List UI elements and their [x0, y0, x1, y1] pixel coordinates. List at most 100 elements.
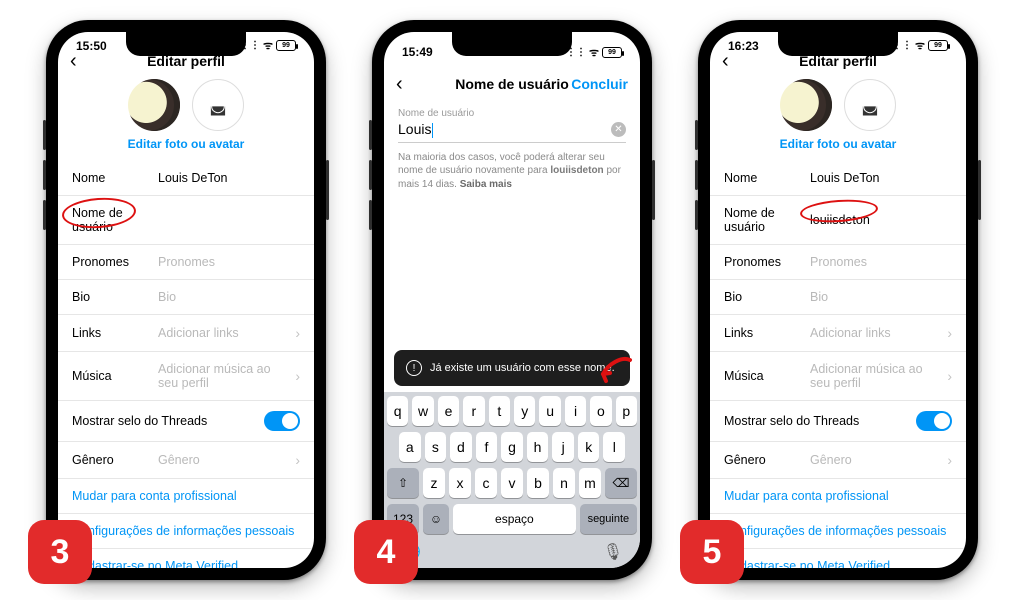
- key-r[interactable]: r: [463, 396, 484, 426]
- back-button[interactable]: ‹: [70, 50, 77, 73]
- row-links[interactable]: Links Adicionar links ›: [58, 315, 314, 352]
- back-button[interactable]: ‹: [722, 50, 729, 73]
- row-links[interactable]: Links Adicionar links ›: [710, 315, 966, 352]
- row-gender[interactable]: Gênero Gênero ›: [710, 442, 966, 479]
- link-meta-verified[interactable]: Cadastrar-se no Meta Verified: [58, 549, 314, 568]
- link-meta-verified[interactable]: Cadastrar-se no Meta Verified: [710, 549, 966, 568]
- avatar-image[interactable]: [128, 79, 180, 131]
- battery-icon: 99: [928, 40, 948, 51]
- key-s[interactable]: s: [425, 432, 447, 462]
- back-button[interactable]: ‹: [396, 73, 403, 96]
- username-hint: Na maioria dos casos, você poderá altera…: [384, 143, 640, 192]
- link-personal-info[interactable]: Configurações de informações pessoais: [710, 514, 966, 549]
- key-z[interactable]: z: [423, 468, 445, 498]
- error-toast: ! Já existe um usuário com esse nome.: [394, 350, 630, 386]
- backspace-key[interactable]: ⌫: [605, 468, 637, 498]
- key-h[interactable]: h: [527, 432, 549, 462]
- key-c[interactable]: c: [475, 468, 497, 498]
- avatar-style-button[interactable]: ◛: [844, 79, 896, 131]
- row-music[interactable]: Música Adicionar música ao seu perfil ›: [710, 352, 966, 401]
- row-gender[interactable]: Gênero Gênero ›: [58, 442, 314, 479]
- row-name[interactable]: Nome Louis DeTon: [58, 161, 314, 196]
- gender-label: Gênero: [72, 453, 150, 467]
- gender-label: Gênero: [724, 453, 802, 467]
- threads-toggle[interactable]: [916, 411, 952, 431]
- space-key[interactable]: espaço: [453, 504, 576, 534]
- avatar-style-button[interactable]: ◛: [192, 79, 244, 131]
- key-w[interactable]: w: [412, 396, 433, 426]
- key-u[interactable]: u: [539, 396, 560, 426]
- key-j[interactable]: j: [552, 432, 574, 462]
- shift-key[interactable]: ⇧: [387, 468, 419, 498]
- row-username[interactable]: Nome de usuário: [58, 196, 314, 245]
- row-bio[interactable]: Bio Bio: [58, 280, 314, 315]
- key-b[interactable]: b: [527, 468, 549, 498]
- key-x[interactable]: x: [449, 468, 471, 498]
- threads-toggle[interactable]: [264, 411, 300, 431]
- learn-more-link[interactable]: Saiba mais: [460, 179, 512, 190]
- phone-step-4: 4 15:49 ⋮⋮ ᯤ 99 ‹ Nome de usuário Conclu…: [372, 20, 652, 580]
- username-label: Nome de usuário: [724, 206, 802, 234]
- row-pronouns[interactable]: Pronomes Pronomes: [710, 245, 966, 280]
- name-label: Nome: [72, 171, 150, 185]
- wifi-icon: ᯤ: [589, 45, 599, 60]
- nav-title: Nome de usuário: [455, 76, 569, 92]
- link-professional[interactable]: Mudar para conta profissional: [58, 479, 314, 514]
- screen: 16:23 ⋮⋮ ᯤ 99 ‹ Editar perfil ◛ Editar f…: [710, 32, 966, 568]
- nav-bar: ‹ Nome de usuário Concluir: [384, 66, 640, 102]
- screen: 15:50 ⋮⋮ ᯤ 99 ‹ Editar perfil ◛ Editar f…: [58, 32, 314, 568]
- return-key[interactable]: seguinte: [580, 504, 637, 534]
- row-music[interactable]: Música Adicionar música ao seu perfil ›: [58, 352, 314, 401]
- key-p[interactable]: p: [616, 396, 637, 426]
- toast-text: Já existe um usuário com esse nome.: [430, 362, 615, 374]
- key-g[interactable]: g: [501, 432, 523, 462]
- mic-icon[interactable]: 🎙: [603, 542, 623, 562]
- row-pronouns[interactable]: Pronomes Pronomes: [58, 245, 314, 280]
- clear-icon[interactable]: ✕: [611, 122, 626, 137]
- key-y[interactable]: y: [514, 396, 535, 426]
- chevron-right-icon: ›: [295, 452, 300, 468]
- edit-avatar-link[interactable]: Editar foto ou avatar: [58, 137, 314, 161]
- links-label: Links: [72, 326, 150, 340]
- step-badge: 3: [28, 520, 92, 584]
- key-o[interactable]: o: [590, 396, 611, 426]
- link-professional[interactable]: Mudar para conta profissional: [710, 479, 966, 514]
- music-label: Música: [72, 369, 150, 383]
- link-personal-info[interactable]: Configurações de informações pessoais: [58, 514, 314, 549]
- screen: 15:49 ⋮⋮ ᯤ 99 ‹ Nome de usuário Concluir…: [384, 32, 640, 568]
- status-time: 15:49: [402, 45, 433, 59]
- avatar-image[interactable]: [780, 79, 832, 131]
- threads-label: Mostrar selo do Threads: [724, 414, 908, 428]
- edit-avatar-link[interactable]: Editar foto ou avatar: [710, 137, 966, 161]
- bio-placeholder: Bio: [810, 290, 952, 304]
- done-button[interactable]: Concluir: [571, 76, 628, 92]
- key-k[interactable]: k: [578, 432, 600, 462]
- row-threads[interactable]: Mostrar selo do Threads: [58, 401, 314, 442]
- row-name[interactable]: Nome Louis DeTon: [710, 161, 966, 196]
- row-username[interactable]: Nome de usuário louiisdeton: [710, 196, 966, 245]
- key-l[interactable]: l: [603, 432, 625, 462]
- status-time: 16:23: [728, 39, 759, 53]
- key-i[interactable]: i: [565, 396, 586, 426]
- keyboard[interactable]: qwertyuiop asdfghjkl ⇧ zxcvbnm ⌫ 123 ☺ e…: [384, 392, 640, 568]
- key-v[interactable]: v: [501, 468, 523, 498]
- username-input[interactable]: Louis ✕: [398, 119, 626, 143]
- key-n[interactable]: n: [553, 468, 575, 498]
- step-badge: 5: [680, 520, 744, 584]
- key-m[interactable]: m: [579, 468, 601, 498]
- key-e[interactable]: e: [438, 396, 459, 426]
- status-time: 15:50: [76, 39, 107, 53]
- key-d[interactable]: d: [450, 432, 472, 462]
- key-f[interactable]: f: [476, 432, 498, 462]
- key-a[interactable]: a: [399, 432, 421, 462]
- bio-label: Bio: [72, 290, 150, 304]
- emoji-key[interactable]: ☺: [423, 504, 449, 534]
- row-bio[interactable]: Bio Bio: [710, 280, 966, 315]
- battery-icon: 99: [602, 47, 622, 58]
- username-field-label: Nome de usuário: [398, 108, 626, 119]
- row-threads[interactable]: Mostrar selo do Threads: [710, 401, 966, 442]
- key-t[interactable]: t: [489, 396, 510, 426]
- pronouns-placeholder: Pronomes: [158, 255, 300, 269]
- phone-step-5: 5 16:23 ⋮⋮ ᯤ 99 ‹ Editar perfil ◛: [698, 20, 978, 580]
- key-q[interactable]: q: [387, 396, 408, 426]
